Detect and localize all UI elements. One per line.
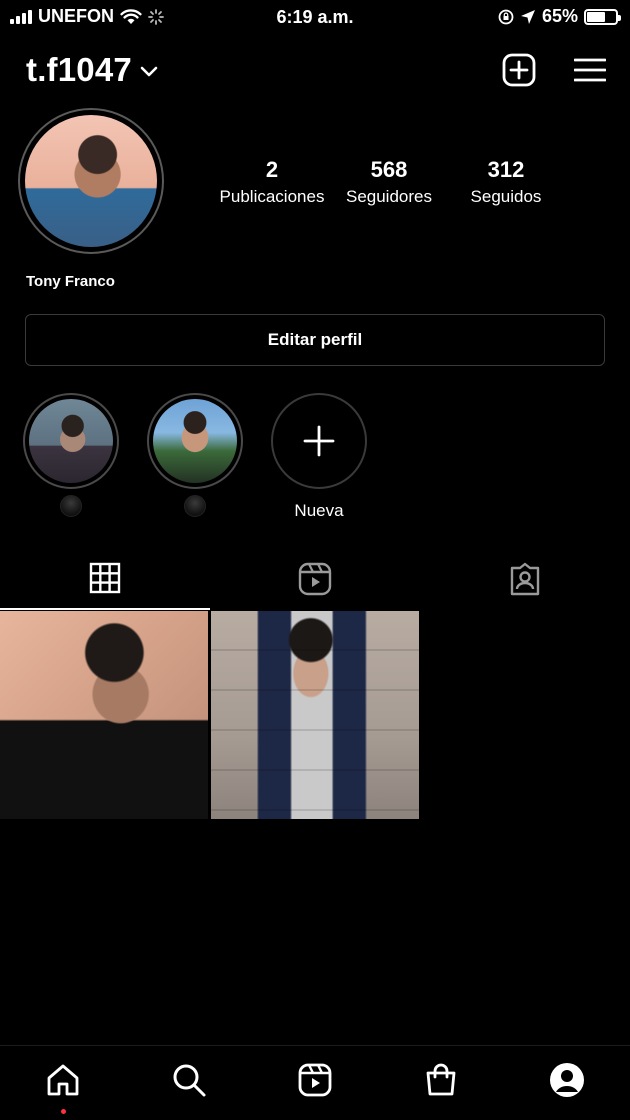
stat-followers-label: Seguidores <box>345 187 432 206</box>
tab-tagged[interactable] <box>420 548 630 610</box>
status-bar: UNEFON 6:19 a.m. 65% <box>0 0 630 34</box>
stat-followers[interactable]: 568 Seguidores <box>330 157 448 207</box>
post-thumbnail[interactable] <box>211 611 419 819</box>
highlight-title-placeholder <box>60 495 82 517</box>
new-post-icon[interactable] <box>502 53 536 87</box>
plus-icon <box>303 425 335 457</box>
highlight-title-placeholder <box>184 495 206 517</box>
location-arrow-icon <box>520 9 535 24</box>
stat-following-value: 312 <box>487 157 525 182</box>
tab-reels[interactable] <box>210 548 420 610</box>
notification-dot <box>61 1109 66 1114</box>
stat-posts-value: 2 <box>265 157 279 182</box>
nav-home[interactable] <box>0 1046 126 1120</box>
status-right: 65% <box>498 6 621 27</box>
battery-fill <box>587 11 606 22</box>
profile-full-name: Tony Franco <box>26 273 115 290</box>
profile-avatar[interactable] <box>18 108 164 254</box>
profile-stats: 2 Publicaciones 568 Seguidores 312 Segui… <box>214 157 564 207</box>
highlight-item[interactable] <box>22 393 120 517</box>
search-icon <box>173 1064 206 1097</box>
battery-icon <box>584 8 621 25</box>
tagged-icon <box>510 562 540 596</box>
nav-profile[interactable] <box>504 1046 630 1120</box>
battery-percent: 65% <box>541 6 578 26</box>
highlight-ring <box>23 393 119 489</box>
reels-icon <box>298 1063 332 1097</box>
profile-header: t.f1047 <box>26 48 606 92</box>
stat-following[interactable]: 312 Seguidos <box>448 157 564 207</box>
chevron-down-icon[interactable] <box>140 66 158 78</box>
avatar-image <box>25 115 157 247</box>
profile-tabs <box>0 548 630 610</box>
stat-followers-value: 568 <box>370 157 408 182</box>
profile-icon <box>550 1063 584 1097</box>
shop-icon <box>426 1063 456 1096</box>
new-highlight-ring <box>271 393 367 489</box>
username-switcher[interactable]: t.f1047 <box>26 51 132 89</box>
edit-profile-button[interactable]: Editar perfil <box>25 314 605 366</box>
highlight-ring <box>147 393 243 489</box>
stat-posts-label: Publicaciones <box>219 187 325 206</box>
post-thumbnail[interactable] <box>0 611 208 819</box>
new-highlight-label: Nueva <box>294 501 344 520</box>
bottom-navigation <box>0 1045 630 1120</box>
highlight-cover <box>29 399 113 483</box>
nav-shop[interactable] <box>378 1046 504 1120</box>
stat-posts[interactable]: 2 Publicaciones <box>214 157 330 207</box>
header-actions <box>502 53 606 87</box>
highlight-cover <box>153 399 237 483</box>
nav-reels[interactable] <box>252 1046 378 1120</box>
highlight-item[interactable] <box>146 393 244 517</box>
new-highlight-button[interactable]: Nueva <box>270 393 368 521</box>
menu-icon[interactable] <box>574 57 606 83</box>
reels-icon <box>298 562 332 596</box>
stat-following-label: Seguidos <box>470 187 542 206</box>
nav-search[interactable] <box>126 1046 252 1120</box>
grid-icon <box>89 562 121 594</box>
home-icon <box>47 1064 79 1096</box>
tab-posts-grid[interactable] <box>0 548 210 610</box>
screen-lock-rotation-icon <box>498 9 514 24</box>
